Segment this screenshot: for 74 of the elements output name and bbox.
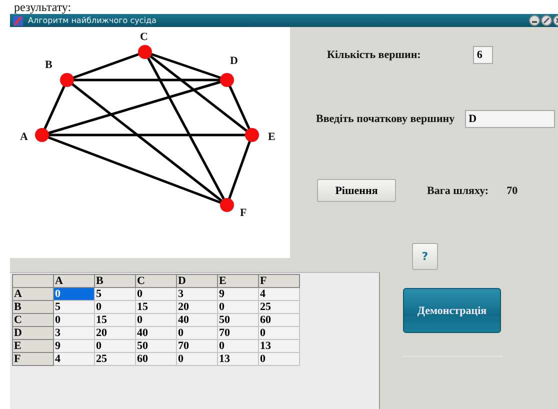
help-button[interactable]: ? <box>412 243 438 270</box>
node-label: A <box>20 131 28 143</box>
table-cell[interactable]: 0 <box>218 340 258 352</box>
window-title: Алгоритм найближчого сусіда <box>28 16 158 25</box>
minimize-icon[interactable] <box>529 15 540 26</box>
table-cell[interactable]: 50 <box>218 314 258 326</box>
table-cell[interactable]: 0 <box>258 326 300 340</box>
app-icon <box>13 16 23 26</box>
column-header: C <box>136 274 176 288</box>
path-weight-label: Вага шляху: <box>427 184 489 196</box>
vertex-count-label: Кількість вершин: <box>327 49 421 61</box>
table-cell[interactable]: 25 <box>258 300 300 314</box>
column-header: E <box>218 274 258 288</box>
start-vertex-label: Введіть початкову вершину <box>316 113 455 125</box>
corner-cell <box>12 274 54 288</box>
graph-node <box>35 128 49 142</box>
graph-node <box>245 128 259 142</box>
table-cell[interactable]: 4 <box>54 352 94 366</box>
table-cell[interactable]: 3 <box>176 288 218 300</box>
table-cell[interactable]: 0 <box>94 340 136 352</box>
node-label: C <box>140 31 148 43</box>
table-cell[interactable]: 60 <box>136 352 176 366</box>
table-cell[interactable]: 0 <box>54 314 94 326</box>
column-header: A <box>54 274 94 288</box>
table-cell[interactable]: 20 <box>94 326 136 340</box>
row-header: C <box>12 314 54 326</box>
table-cell[interactable]: 0 <box>54 288 94 300</box>
document-text: результату: <box>13 0 72 14</box>
table-cell[interactable]: 5 <box>54 300 94 314</box>
table-cell[interactable]: 3 <box>54 326 94 340</box>
table-cell[interactable]: 5 <box>94 288 136 300</box>
table-cell[interactable]: 0 <box>258 352 300 366</box>
table-cell[interactable]: 70 <box>218 326 258 340</box>
table-cell[interactable]: 15 <box>94 314 136 326</box>
solve-button[interactable]: Рішення <box>317 179 396 202</box>
table-cell[interactable]: 0 <box>218 300 258 314</box>
table-cell[interactable]: 40 <box>136 326 176 340</box>
table-cell[interactable]: 60 <box>258 314 300 326</box>
table-cell[interactable]: 0 <box>94 300 136 314</box>
graph-node <box>220 198 234 212</box>
row-header: D <box>12 326 54 340</box>
table-cell[interactable]: 20 <box>176 300 218 314</box>
node-label: E <box>268 131 276 143</box>
graph-node <box>138 45 152 59</box>
row-header: F <box>12 352 54 366</box>
table-cell[interactable]: 70 <box>176 340 218 352</box>
table-cell[interactable]: 0 <box>176 352 218 366</box>
table-cell[interactable]: 50 <box>136 340 176 352</box>
table-cell[interactable]: 15 <box>136 300 176 314</box>
graph-node <box>60 73 74 87</box>
table-cell[interactable]: 0 <box>136 314 176 326</box>
table-cell[interactable]: 13 <box>218 352 258 366</box>
vertex-count-field[interactable]: 6 <box>472 46 493 64</box>
row-header: B <box>12 300 54 314</box>
graph-node <box>220 73 234 87</box>
table-cell[interactable]: 0 <box>136 288 176 300</box>
demo-button[interactable]: Демонстрація <box>403 288 501 333</box>
row-header: E <box>12 340 54 352</box>
table-cell[interactable]: 9 <box>218 288 258 300</box>
start-vertex-field[interactable]: D <box>464 110 555 128</box>
column-header: B <box>94 274 136 288</box>
node-label: F <box>240 207 247 219</box>
path-weight-value: 70 <box>506 184 518 196</box>
column-header: D <box>176 274 218 288</box>
row-header: A <box>12 288 54 300</box>
table-cell[interactable]: 4 <box>258 288 300 300</box>
table-cell[interactable]: 9 <box>54 340 94 352</box>
node-label: D <box>230 55 238 67</box>
table-cell[interactable]: 25 <box>94 352 136 366</box>
table-cell[interactable]: 0 <box>176 326 218 340</box>
column-header: F <box>258 274 300 288</box>
table-cell[interactable]: 40 <box>176 314 218 326</box>
table-cell[interactable]: 13 <box>258 340 300 352</box>
node-label: B <box>45 59 52 71</box>
